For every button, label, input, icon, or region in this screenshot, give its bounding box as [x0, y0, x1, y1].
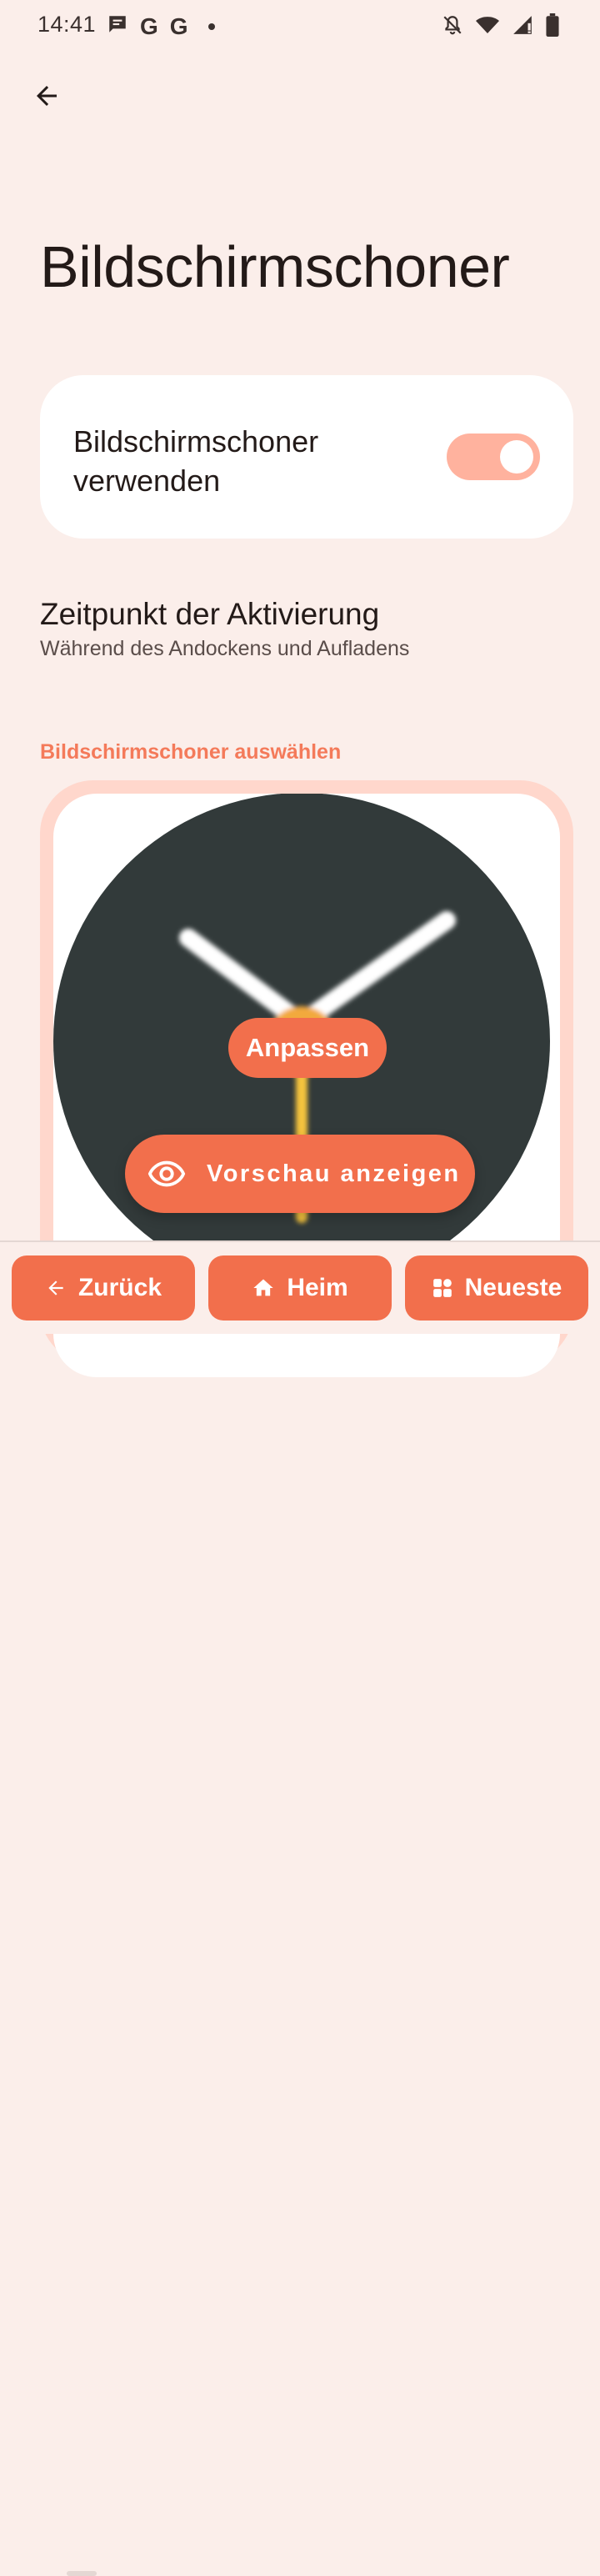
google-icon: G [140, 13, 158, 39]
nav-recent-button[interactable]: Neueste [405, 1255, 588, 1321]
arrow-left-icon [37, 86, 57, 106]
message-icon [107, 13, 128, 39]
signal-icon [512, 14, 533, 40]
activation-title: Zeitpunkt der Aktivierung [40, 597, 380, 631]
screensaver-toggle-card[interactable]: Bildschirmschoner verwenden [40, 375, 573, 539]
arrow-left-icon [48, 1280, 63, 1296]
nav-recent-label: Neueste [464, 1274, 562, 1301]
preview-button-label: Vorschau anzeigen [207, 1160, 461, 1187]
navigation-bar: Zurück Heim Neueste [0, 1240, 600, 2576]
page-title: Bildschirmschoner [40, 234, 510, 299]
screensaver-switch[interactable] [447, 434, 540, 480]
nav-home-button[interactable]: Heim [208, 1255, 392, 1321]
preview-button[interactable]: Vorschau anzeigen [125, 1135, 475, 1213]
dot-icon [208, 23, 215, 30]
google-icon: G [169, 13, 188, 39]
battery-icon [545, 13, 560, 41]
nav-back-label: Zurück [78, 1274, 162, 1301]
eye-icon [147, 1154, 187, 1194]
status-right-icons [442, 13, 560, 41]
status-left-icons: G G [107, 13, 215, 39]
section-header: Bildschirmschoner auswählen [40, 740, 342, 764]
wifi-icon [475, 14, 500, 40]
activation-subtitle: Während des Andockens und Aufladens [40, 637, 410, 660]
status-time: 14:41 [38, 12, 97, 37]
back-button[interactable] [27, 76, 67, 116]
customize-button[interactable]: Anpassen [228, 1018, 387, 1078]
notifications-off-icon [442, 14, 463, 40]
nav-home-label: Heim [287, 1274, 348, 1301]
gesture-hint [67, 2571, 97, 2576]
switch-knob [500, 440, 533, 474]
home-icon [253, 1279, 273, 1296]
status-bar: 14:41 G G [0, 0, 600, 52]
screensaver-toggle-label: Bildschirmschoner verwenden [73, 424, 319, 498]
activation-setting[interactable]: Zeitpunkt der Aktivierung Während des An… [40, 595, 573, 661]
nav-back-button[interactable]: Zurück [12, 1255, 195, 1321]
apps-grid-icon [432, 1279, 452, 1297]
